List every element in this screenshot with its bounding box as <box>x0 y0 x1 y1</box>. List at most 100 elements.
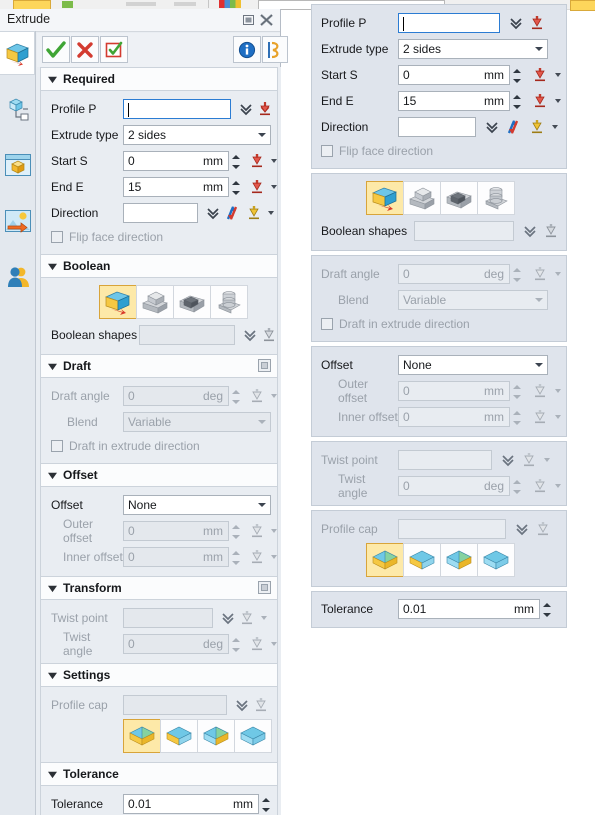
twist-point-options-chevron-icon[interactable] <box>261 616 267 620</box>
apply-button[interactable] <box>100 36 128 63</box>
measure-end-icon[interactable] <box>249 179 265 195</box>
extrude-type-select[interactable]: 2 sides <box>398 39 548 59</box>
cap-both-icon[interactable] <box>366 543 404 577</box>
flip-face-checkbox[interactable] <box>51 231 63 243</box>
extrude-tool-icon[interactable] <box>0 31 35 75</box>
end-input[interactable]: 15 mm <box>398 91 521 111</box>
draft-enable-toggle[interactable] <box>258 359 271 372</box>
end-options-chevron-icon[interactable] <box>555 99 561 103</box>
part-display-icon[interactable] <box>0 143 35 187</box>
cancel-button[interactable] <box>71 36 99 63</box>
outer-offset-stepper[interactable] <box>511 382 523 402</box>
offset-select[interactable]: None <box>398 355 548 375</box>
ribbon-button-green[interactable] <box>62 1 73 8</box>
select-twist-point-icon[interactable] <box>239 610 255 626</box>
section-header-offset[interactable]: Offset <box>41 463 277 487</box>
cap-none-icon[interactable] <box>477 543 515 577</box>
outer-offset-options-chevron-icon[interactable] <box>271 529 277 533</box>
section-header-tolerance[interactable]: Tolerance <box>41 762 277 786</box>
measure-outer-offset-icon[interactable] <box>532 383 548 399</box>
blend-select[interactable]: Variable <box>398 290 548 310</box>
select-boolean-shapes-icon[interactable] <box>543 223 559 239</box>
cap-both-icon[interactable] <box>123 719 161 753</box>
draft-angle-stepper[interactable] <box>230 387 242 407</box>
twist-point-options-chevron-icon[interactable] <box>544 458 550 462</box>
select-profile-cap-icon[interactable] <box>253 697 269 713</box>
user-icon[interactable] <box>0 255 35 299</box>
restore-window-button[interactable] <box>241 13 256 27</box>
direction-input[interactable] <box>123 203 198 223</box>
select-direction-icon[interactable] <box>246 205 262 221</box>
measure-twist-angle-icon[interactable] <box>532 478 548 494</box>
chevron-down-icon[interactable] <box>485 119 499 135</box>
select-profile-cap-icon[interactable] <box>535 521 551 537</box>
select-direction-icon[interactable] <box>529 119 545 135</box>
measure-start-icon[interactable] <box>249 153 265 169</box>
boolean-shapes-input[interactable] <box>139 325 235 345</box>
end-stepper[interactable] <box>230 178 242 198</box>
inner-offset-options-chevron-icon[interactable] <box>271 555 277 559</box>
direction-options-chevron-icon[interactable] <box>268 211 274 215</box>
end-options-chevron-icon[interactable] <box>271 185 277 189</box>
ribbon-color-swatch[interactable] <box>219 0 241 8</box>
select-twist-point-icon[interactable] <box>521 452 537 468</box>
start-stepper[interactable] <box>511 66 523 86</box>
twist-angle-input[interactable]: 0 deg <box>123 634 240 654</box>
structure-tree-icon[interactable] <box>0 87 35 131</box>
outer-offset-stepper[interactable] <box>230 522 242 542</box>
boolean-add-icon[interactable] <box>403 181 441 215</box>
inner-offset-options-chevron-icon[interactable] <box>555 415 561 419</box>
boolean-add-icon[interactable] <box>136 285 174 319</box>
start-options-chevron-icon[interactable] <box>555 73 561 77</box>
tolerance-stepper[interactable] <box>260 795 272 815</box>
draft-extrude-direction-checkbox[interactable] <box>321 318 333 330</box>
section-header-transform[interactable]: Transform <box>41 576 277 600</box>
extrude-type-select[interactable]: 2 sides <box>123 125 271 145</box>
outer-offset-input[interactable]: 0 mm <box>123 521 240 541</box>
twist-angle-options-chevron-icon[interactable] <box>271 642 277 646</box>
cap-end-icon[interactable] <box>197 719 235 753</box>
twist-angle-stepper[interactable] <box>230 635 242 655</box>
cap-end-icon[interactable] <box>440 543 478 577</box>
outer-offset-options-chevron-icon[interactable] <box>555 389 561 393</box>
boolean-create-icon[interactable] <box>366 181 404 215</box>
inner-offset-stepper[interactable] <box>230 548 242 568</box>
start-input[interactable]: 0 mm <box>123 151 240 171</box>
draft-extrude-direction-row[interactable]: Draft in extrude direction <box>41 435 277 457</box>
section-header-draft[interactable]: Draft <box>41 354 277 378</box>
reverse-direction-icon[interactable] <box>505 119 523 135</box>
offset-select[interactable]: None <box>123 495 271 515</box>
close-window-button[interactable] <box>259 13 274 27</box>
inner-offset-input[interactable]: 0 mm <box>123 547 240 567</box>
inner-offset-input[interactable]: 0 mm <box>398 407 521 427</box>
measure-inner-offset-icon[interactable] <box>532 409 548 425</box>
boolean-shapes-input[interactable] <box>414 221 514 241</box>
measure-inner-offset-icon[interactable] <box>249 549 265 565</box>
inner-offset-stepper[interactable] <box>511 408 523 428</box>
measure-start-icon[interactable] <box>532 67 548 83</box>
section-header-settings[interactable]: Settings <box>41 663 277 687</box>
twist-angle-stepper[interactable] <box>511 477 523 497</box>
draft-angle-options-chevron-icon[interactable] <box>271 394 277 398</box>
section-header-required[interactable]: Required <box>41 67 277 91</box>
profile-cap-input[interactable] <box>398 519 506 539</box>
select-profile-icon[interactable] <box>257 101 273 117</box>
draft-angle-stepper[interactable] <box>511 265 523 285</box>
profile-input[interactable] <box>123 99 231 119</box>
boolean-intersect-icon[interactable] <box>477 181 515 215</box>
profile-cap-input[interactable] <box>123 695 227 715</box>
measure-twist-angle-icon[interactable] <box>249 636 265 652</box>
cap-none-icon[interactable] <box>234 719 272 753</box>
blend-select[interactable]: Variable <box>123 412 271 432</box>
chevron-down-icon[interactable] <box>523 223 537 239</box>
tolerance-input[interactable]: 0.01 mm <box>398 599 551 619</box>
chevron-down-icon[interactable] <box>501 452 515 468</box>
draft-angle-input[interactable]: 0 deg <box>123 386 240 406</box>
boolean-subtract-icon[interactable] <box>440 181 478 215</box>
direction-options-chevron-icon[interactable] <box>552 125 558 129</box>
twist-point-input[interactable] <box>123 608 213 628</box>
measure-end-icon[interactable] <box>532 93 548 109</box>
select-profile-icon[interactable] <box>529 15 545 31</box>
start-stepper[interactable] <box>230 152 242 172</box>
scene-image-icon[interactable] <box>0 199 35 243</box>
